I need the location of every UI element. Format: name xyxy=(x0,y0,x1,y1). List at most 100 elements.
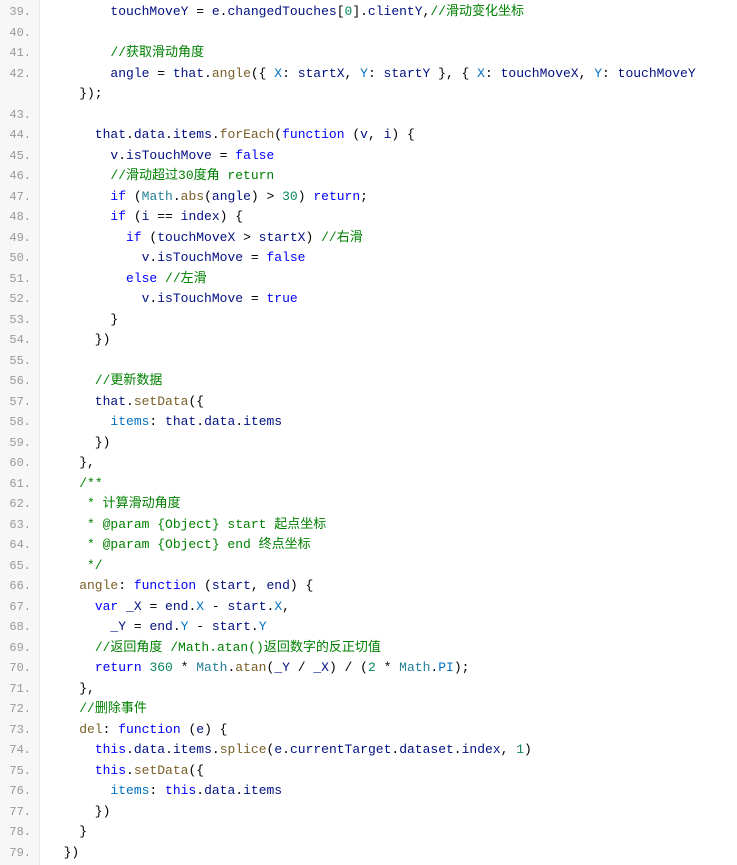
code-line[interactable]: if (i == index) { xyxy=(48,207,737,228)
code-token: - xyxy=(212,599,228,614)
line-number: 71. xyxy=(0,679,39,700)
code-token: if xyxy=(110,209,126,224)
code-token: . xyxy=(173,619,181,634)
code-line[interactable]: angle = that.angle({ X: startX, Y: start… xyxy=(48,64,737,85)
line-number: 57. xyxy=(0,392,39,413)
code-token: _X xyxy=(313,660,329,675)
code-token xyxy=(48,742,95,757)
code-token: }) xyxy=(48,332,110,347)
code-token: . xyxy=(282,742,290,757)
code-line[interactable]: this.setData({ xyxy=(48,761,737,782)
code-line[interactable]: }) xyxy=(48,330,737,351)
code-token: . xyxy=(165,742,173,757)
code-line[interactable]: else //左滑 xyxy=(48,269,737,290)
code-token: . xyxy=(126,763,134,778)
code-token: ) > xyxy=(251,189,282,204)
code-line[interactable]: //获取滑动角度 xyxy=(48,43,737,64)
code-token: setData xyxy=(134,763,189,778)
code-line[interactable]: v.isTouchMove = true xyxy=(48,289,737,310)
code-line[interactable]: items: this.data.items xyxy=(48,781,737,802)
code-token: ( xyxy=(181,722,197,737)
code-token: ({ xyxy=(188,394,204,409)
line-number: 59. xyxy=(0,433,39,454)
code-editor-area[interactable]: touchMoveY = e.changedTouches[0].clientY… xyxy=(40,0,737,865)
code-token: v xyxy=(360,127,368,142)
code-line[interactable]: /** xyxy=(48,474,737,495)
code-token: Math xyxy=(399,660,430,675)
line-number: 45. xyxy=(0,146,39,167)
code-line[interactable]: }, xyxy=(48,679,737,700)
code-token xyxy=(48,373,95,388)
code-token: items xyxy=(173,127,212,142)
code-token: v xyxy=(48,148,118,163)
code-token: that xyxy=(173,66,204,81)
code-line[interactable]: * 计算滑动角度 xyxy=(48,494,737,515)
code-line[interactable]: angle: function (start, end) { xyxy=(48,576,737,597)
code-line[interactable]: }, xyxy=(48,453,737,474)
code-token: ); xyxy=(454,660,470,675)
code-line[interactable]: v.isTouchMove = false xyxy=(48,248,737,269)
code-line[interactable]: }) xyxy=(48,843,737,864)
code-line[interactable]: var _X = end.X - start.X, xyxy=(48,597,737,618)
code-line[interactable]: that.data.items.forEach(function (v, i) … xyxy=(48,125,737,146)
code-line[interactable]: //滑动超过30度角 return xyxy=(48,166,737,187)
code-line[interactable]: //删除事件 xyxy=(48,699,737,720)
code-token: = xyxy=(251,291,267,306)
code-token: //滑动超过30度角 return xyxy=(110,168,274,183)
code-line[interactable]: * @param {Object} start 起点坐标 xyxy=(48,515,737,536)
code-line[interactable]: } xyxy=(48,822,737,843)
code-token: touchMoveX xyxy=(157,230,243,245)
code-token: , xyxy=(251,578,267,593)
line-number: 68. xyxy=(0,617,39,638)
line-number: 56. xyxy=(0,371,39,392)
line-number: 61. xyxy=(0,474,39,495)
line-number: 44. xyxy=(0,125,39,146)
code-line[interactable]: v.isTouchMove = false xyxy=(48,146,737,167)
code-line[interactable]: }) xyxy=(48,802,737,823)
line-number: 50. xyxy=(0,248,39,269)
code-line[interactable]: _Y = end.Y - start.Y xyxy=(48,617,737,638)
code-line[interactable]: that.setData({ xyxy=(48,392,737,413)
code-token: data xyxy=(204,783,235,798)
line-number: 51. xyxy=(0,269,39,290)
code-token: }, xyxy=(48,681,95,696)
code-token: this xyxy=(165,783,196,798)
code-line[interactable]: }); xyxy=(48,84,737,105)
code-line[interactable]: this.data.items.splice(e.currentTarget.d… xyxy=(48,740,737,761)
code-line[interactable]: del: function (e) { xyxy=(48,720,737,741)
line-number: 77. xyxy=(0,802,39,823)
line-number: 78. xyxy=(0,822,39,843)
code-token: start xyxy=(212,619,251,634)
code-token: startX xyxy=(298,66,345,81)
code-token: }) xyxy=(48,804,110,819)
code-line[interactable]: touchMoveY = e.changedTouches[0].clientY… xyxy=(48,2,737,23)
code-token: //更新数据 xyxy=(95,373,163,388)
code-line[interactable]: * @param {Object} end 终点坐标 xyxy=(48,535,737,556)
code-line[interactable]: //返回角度 /Math.atan()返回数字的反正切值 xyxy=(48,638,737,659)
code-token: ) { xyxy=(204,722,227,737)
code-line[interactable] xyxy=(48,351,737,372)
line-number: 48. xyxy=(0,207,39,228)
code-token: - xyxy=(196,619,212,634)
code-line[interactable]: if (touchMoveX > startX) //右滑 xyxy=(48,228,737,249)
code-token xyxy=(48,230,126,245)
code-token: 360 xyxy=(149,660,172,675)
code-line[interactable] xyxy=(48,23,737,44)
code-line[interactable]: //更新数据 xyxy=(48,371,737,392)
code-line[interactable]: */ xyxy=(48,556,737,577)
code-token: 1 xyxy=(516,742,524,757)
code-line[interactable]: if (Math.abs(angle) > 30) return; xyxy=(48,187,737,208)
code-token: 30 xyxy=(282,189,298,204)
code-token: , xyxy=(345,66,361,81)
code-token: ( xyxy=(126,209,142,224)
code-token xyxy=(48,640,95,655)
code-line[interactable]: return 360 * Math.atan(_Y / _X) / (2 * M… xyxy=(48,658,737,679)
code-line[interactable]: } xyxy=(48,310,737,331)
code-line[interactable] xyxy=(48,105,737,126)
code-line[interactable]: items: that.data.items xyxy=(48,412,737,433)
code-token: false xyxy=(266,250,305,265)
code-token: . xyxy=(204,66,212,81)
code-token: ) { xyxy=(290,578,313,593)
code-line[interactable]: }) xyxy=(48,433,737,454)
line-number: 40. xyxy=(0,23,39,44)
